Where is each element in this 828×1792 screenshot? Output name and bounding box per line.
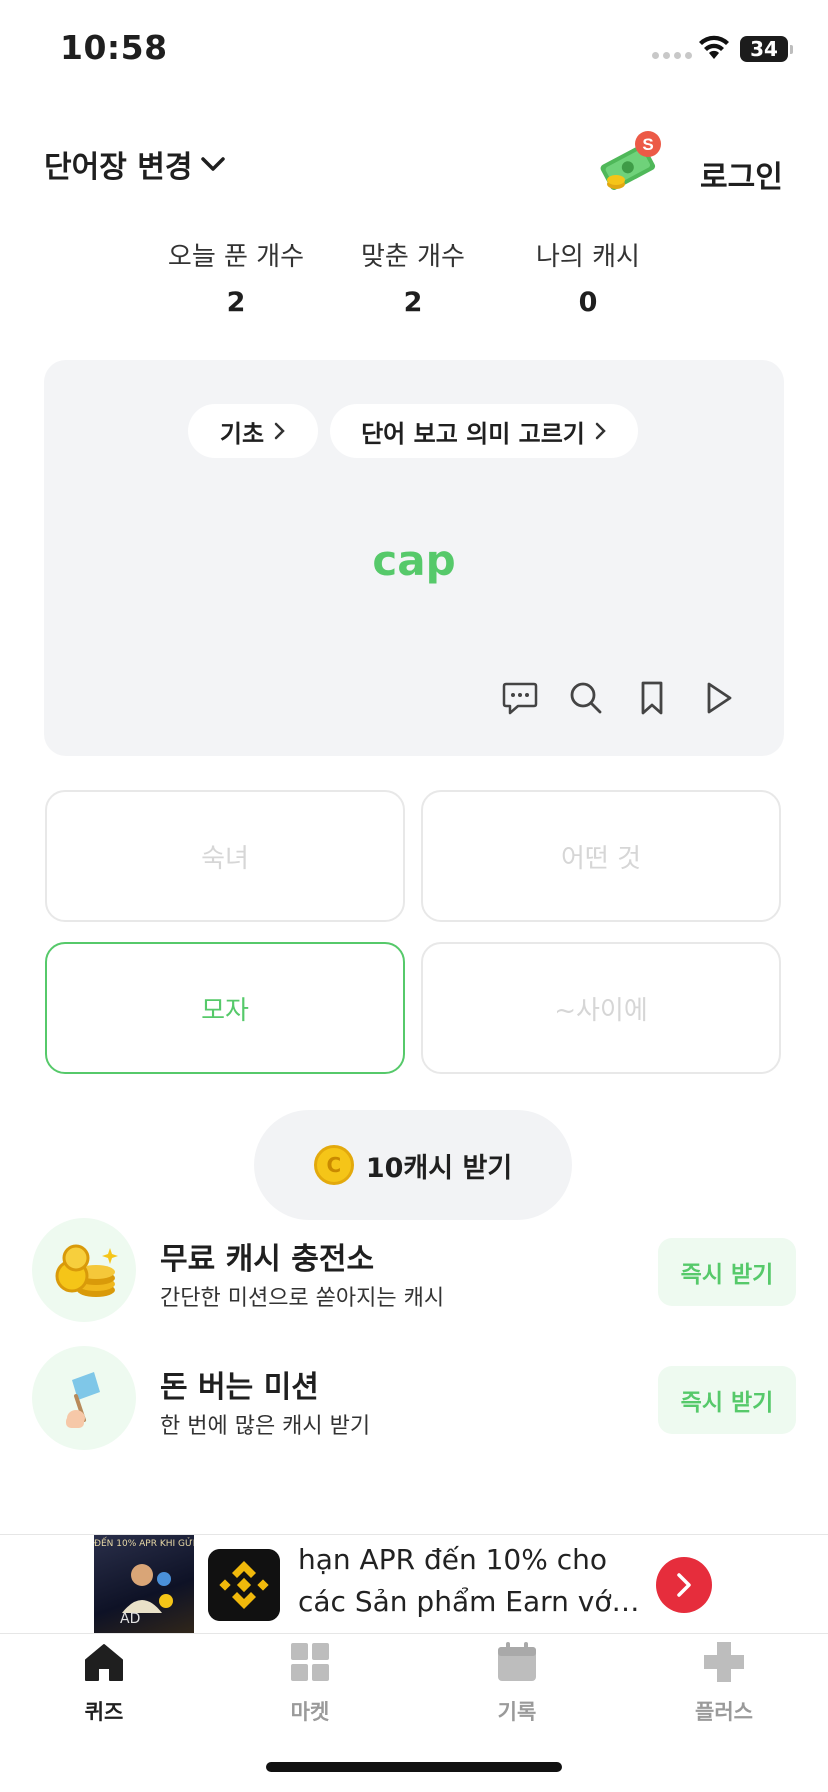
grid-icon bbox=[291, 1643, 329, 1681]
binance-logo-icon bbox=[208, 1549, 280, 1621]
search-icon[interactable] bbox=[566, 678, 606, 718]
answer-option[interactable]: 어떤 것 bbox=[421, 790, 781, 922]
stat-value: 2 bbox=[226, 287, 246, 318]
mission-title: 무료 캐시 충전소 bbox=[160, 1242, 375, 1277]
tab-label: 플러스 bbox=[695, 1700, 753, 1724]
vocab-change-label: 단어장 변경 bbox=[44, 150, 193, 185]
tab-label: 기록 bbox=[497, 1700, 537, 1724]
mission-subtitle: 간단한 미션으로 쏟아지는 캐시 bbox=[160, 1286, 445, 1311]
wifi-icon bbox=[699, 35, 729, 59]
tab-history[interactable]: 기록 bbox=[457, 1640, 577, 1726]
status-time: 10:58 bbox=[60, 28, 168, 67]
quiz-word: cap bbox=[372, 536, 456, 585]
stat-label: 맞춘 개수 bbox=[361, 242, 465, 272]
tab-label: 마켓 bbox=[290, 1700, 330, 1724]
stat-label: 나의 캐시 bbox=[536, 242, 640, 272]
tab-plus[interactable]: 플러스 bbox=[664, 1640, 784, 1726]
ad-line: hạn APR đến 10% cho bbox=[298, 1543, 607, 1576]
stat-value: 0 bbox=[578, 287, 598, 318]
level-chip[interactable]: 기초 bbox=[188, 404, 318, 458]
cash-badge: S bbox=[642, 135, 653, 154]
home-icon bbox=[85, 1644, 123, 1681]
mission-icon-wrap bbox=[32, 1218, 136, 1322]
cellular-signal-icon bbox=[652, 52, 692, 59]
app-screen: 10:58 34 단어장 변경 S 로그인 오늘 푼 개수 2 맞춘 개수 2 … bbox=[0, 0, 828, 1792]
stat-today-solved: 오늘 푼 개수 2 bbox=[151, 236, 321, 318]
ad-text[interactable]: hạn APR đến 10% cho các Sản phẩm Earn vớ… bbox=[298, 1539, 656, 1623]
get-cash-label: 10캐시 받기 bbox=[365, 1152, 513, 1184]
ad-image-banner: ĐẾN 10% APR KHI GỬI bbox=[94, 1539, 194, 1549]
chevron-right-icon bbox=[595, 422, 606, 440]
login-button[interactable]: 로그인 bbox=[700, 152, 783, 196]
ad-label: AD bbox=[120, 1611, 141, 1627]
ad-open-button[interactable] bbox=[656, 1557, 712, 1613]
cash-reward-icon[interactable]: S bbox=[596, 128, 668, 194]
mission-subtitle: 한 번에 많은 캐시 받기 bbox=[160, 1414, 371, 1439]
ad-line: các Sản phẩm Earn vớ… bbox=[298, 1585, 640, 1618]
flag-icon bbox=[66, 1372, 100, 1428]
coins-icon bbox=[55, 1244, 118, 1297]
stat-my-cash: 나의 캐시 0 bbox=[503, 236, 673, 318]
answer-option-selected[interactable]: 모자 bbox=[45, 942, 405, 1074]
ad-image[interactable]: ĐẾN 10% APR KHI GỬI AD bbox=[94, 1535, 194, 1633]
comment-icon[interactable] bbox=[500, 678, 540, 718]
answer-option[interactable]: 숙녀 bbox=[45, 790, 405, 922]
ad-person-illustration bbox=[122, 1564, 173, 1613]
mode-chip[interactable]: 단어 보고 의미 고르기 bbox=[330, 404, 638, 458]
coin-icon: C bbox=[313, 1145, 354, 1185]
home-indicator bbox=[266, 1762, 562, 1772]
play-icon[interactable] bbox=[698, 678, 738, 718]
battery-icon: 34 bbox=[740, 36, 793, 62]
mission-title: 돈 버는 미션 bbox=[160, 1370, 319, 1405]
vocab-change-button[interactable]: 단어장 변경 bbox=[44, 142, 226, 186]
claim-now-button[interactable]: 즉시 받기 bbox=[658, 1238, 796, 1306]
chevron-down-icon bbox=[201, 157, 226, 171]
quiz-card: 기초 단어 보고 의미 고르기 cap bbox=[44, 360, 784, 756]
ad-banner[interactable]: ĐẾN 10% APR KHI GỬI AD hạn APR đến 10% c… bbox=[0, 1534, 828, 1634]
stat-value: 2 bbox=[403, 287, 423, 318]
claim-now-button[interactable]: 즉시 받기 bbox=[658, 1366, 796, 1434]
get-cash-button[interactable]: C 10캐시 받기 bbox=[254, 1110, 572, 1220]
tab-quiz[interactable]: 퀴즈 bbox=[44, 1640, 164, 1726]
mode-chip-label: 단어 보고 의미 고르기 bbox=[361, 419, 585, 448]
bookmark-icon[interactable] bbox=[632, 678, 672, 718]
chevron-right-icon bbox=[677, 1573, 691, 1597]
plus-icon bbox=[704, 1642, 744, 1682]
mission-icon-wrap bbox=[32, 1346, 136, 1450]
answer-option[interactable]: ~사이에 bbox=[421, 942, 781, 1074]
tab-market[interactable]: 마켓 bbox=[250, 1640, 370, 1726]
chevron-right-icon bbox=[274, 422, 285, 440]
level-chip-label: 기초 bbox=[219, 419, 265, 448]
calendar-icon bbox=[498, 1642, 536, 1681]
stat-correct: 맞춘 개수 2 bbox=[328, 236, 498, 318]
tab-label: 퀴즈 bbox=[84, 1700, 124, 1724]
stat-label: 오늘 푼 개수 bbox=[167, 242, 305, 272]
